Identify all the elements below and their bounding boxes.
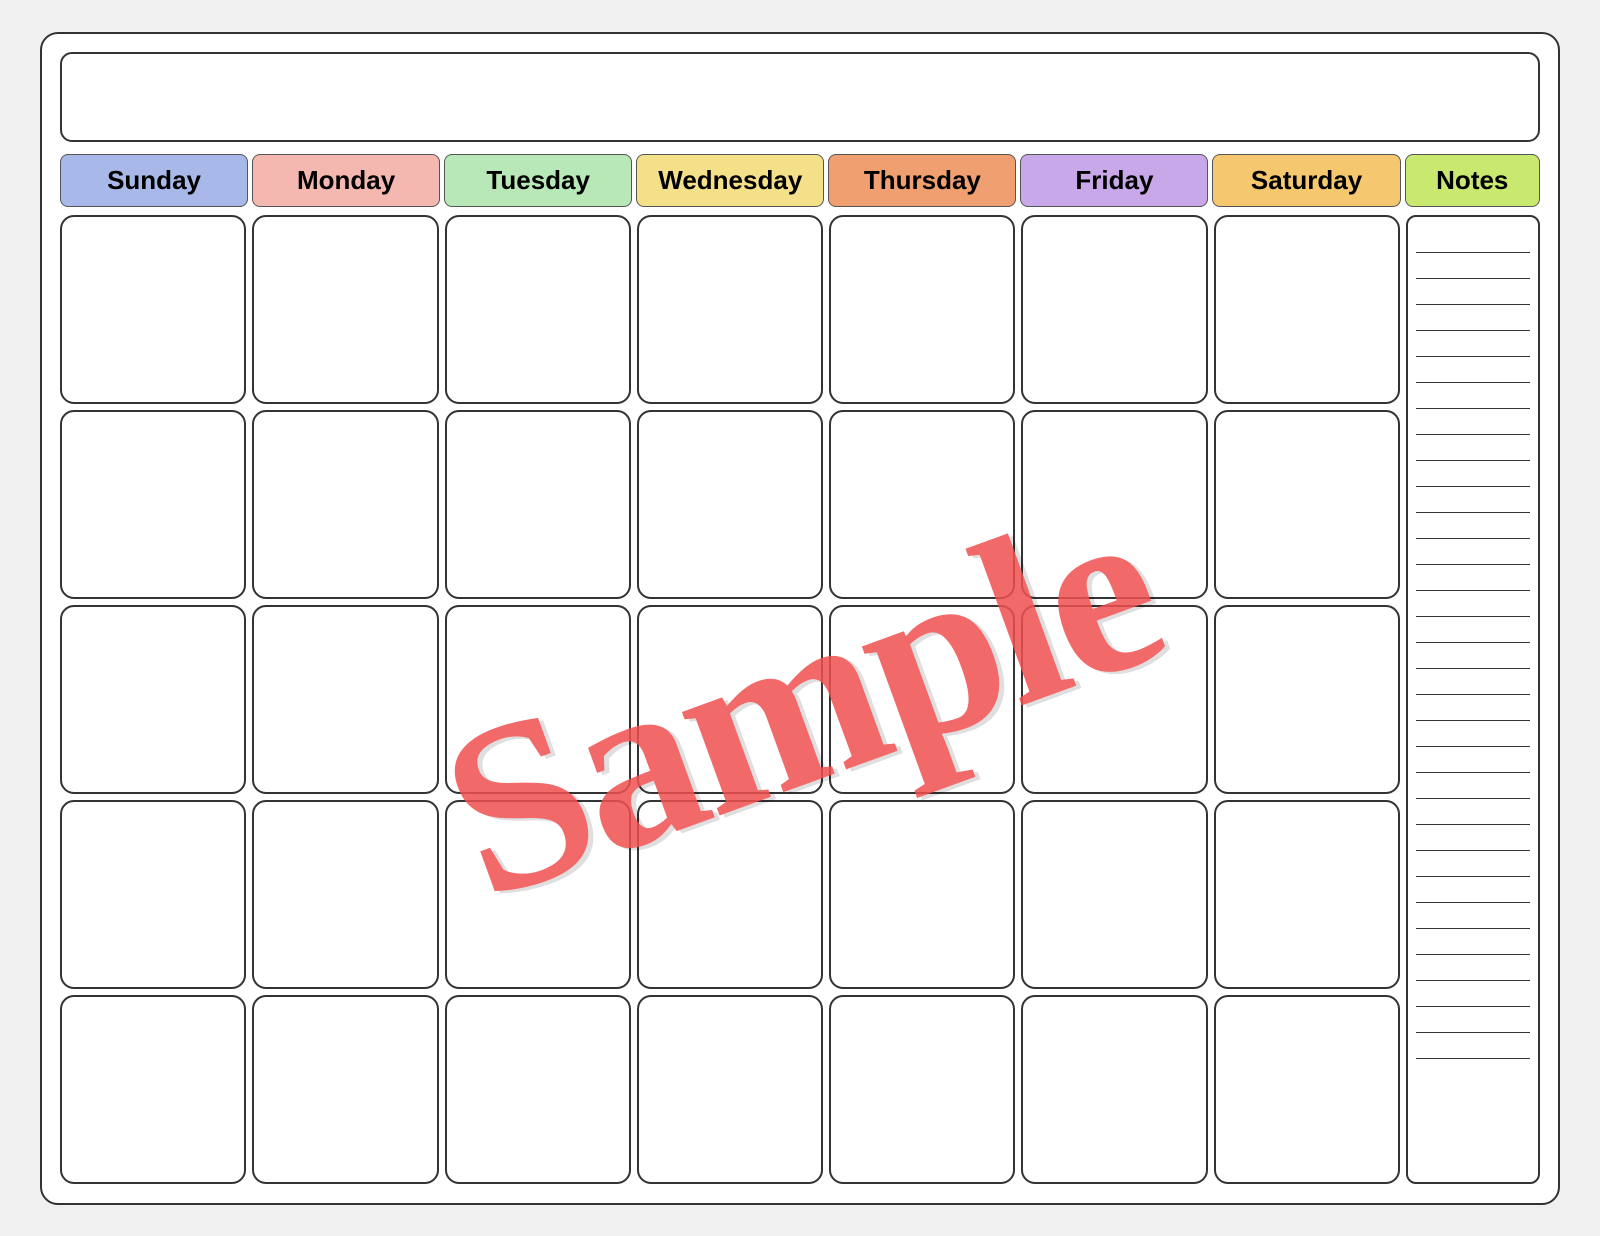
- note-line: [1416, 695, 1530, 721]
- cell-r2-tue[interactable]: [445, 410, 631, 599]
- cell-r4-sat[interactable]: [1214, 800, 1400, 989]
- cell-r1-tue[interactable]: [445, 215, 631, 404]
- cell-r5-mon[interactable]: [252, 995, 438, 1184]
- note-line: [1416, 565, 1530, 591]
- cell-r5-sun[interactable]: [60, 995, 246, 1184]
- note-line: [1416, 981, 1530, 1007]
- cell-r3-wed[interactable]: [637, 605, 823, 794]
- cell-r2-sat[interactable]: [1214, 410, 1400, 599]
- note-line: [1416, 227, 1530, 253]
- note-line: [1416, 929, 1530, 955]
- cell-r2-thu[interactable]: [829, 410, 1015, 599]
- note-line: [1416, 279, 1530, 305]
- note-line: [1416, 253, 1530, 279]
- note-line: [1416, 435, 1530, 461]
- cell-r4-fri[interactable]: [1021, 800, 1207, 989]
- cell-r1-wed[interactable]: [637, 215, 823, 404]
- note-line: [1416, 799, 1530, 825]
- cell-r1-sat[interactable]: [1214, 215, 1400, 404]
- cell-r5-sat[interactable]: [1214, 995, 1400, 1184]
- header-tuesday: Tuesday: [444, 154, 632, 207]
- cell-r4-thu[interactable]: [829, 800, 1015, 989]
- header-wednesday: Wednesday: [636, 154, 824, 207]
- note-line: [1416, 383, 1530, 409]
- cell-r3-sun[interactable]: [60, 605, 246, 794]
- note-line: [1416, 357, 1530, 383]
- note-line: [1416, 1033, 1530, 1059]
- header-notes: Notes: [1405, 154, 1540, 207]
- note-line: [1416, 513, 1530, 539]
- header-monday: Monday: [252, 154, 440, 207]
- calendar-container: Sunday Monday Tuesday Wednesday Thursday…: [40, 32, 1560, 1205]
- note-line: [1416, 669, 1530, 695]
- cell-r3-tue[interactable]: [445, 605, 631, 794]
- note-line: [1416, 721, 1530, 747]
- cell-r2-fri[interactable]: [1021, 410, 1207, 599]
- note-line: [1416, 461, 1530, 487]
- note-line: [1416, 773, 1530, 799]
- note-line: [1416, 591, 1530, 617]
- cell-r5-tue[interactable]: [445, 995, 631, 1184]
- note-line: [1416, 877, 1530, 903]
- note-line: [1416, 617, 1530, 643]
- note-line: [1416, 643, 1530, 669]
- note-line: [1416, 903, 1530, 929]
- cell-r3-thu[interactable]: [829, 605, 1015, 794]
- cell-r3-mon[interactable]: [252, 605, 438, 794]
- cell-r4-wed[interactable]: [637, 800, 823, 989]
- note-line: [1416, 487, 1530, 513]
- cell-r4-tue[interactable]: [445, 800, 631, 989]
- notes-column[interactable]: [1406, 215, 1540, 1185]
- cell-r5-wed[interactable]: [637, 995, 823, 1184]
- note-line: [1416, 305, 1530, 331]
- note-line: [1416, 825, 1530, 851]
- cell-r1-thu[interactable]: [829, 215, 1015, 404]
- note-line: [1416, 851, 1530, 877]
- header-sunday: Sunday: [60, 154, 248, 207]
- cell-r4-sun[interactable]: [60, 800, 246, 989]
- calendar-body: Sample: [60, 215, 1540, 1185]
- note-line: [1416, 409, 1530, 435]
- cell-r5-thu[interactable]: [829, 995, 1015, 1184]
- header-saturday: Saturday: [1212, 154, 1400, 207]
- cell-r5-fri[interactable]: [1021, 995, 1207, 1184]
- cell-r1-sun[interactable]: [60, 215, 246, 404]
- note-line: [1416, 331, 1530, 357]
- cell-r1-fri[interactable]: [1021, 215, 1207, 404]
- cell-r3-fri[interactable]: [1021, 605, 1207, 794]
- header-thursday: Thursday: [828, 154, 1016, 207]
- note-line: [1416, 539, 1530, 565]
- cell-r2-mon[interactable]: [252, 410, 438, 599]
- cell-r1-mon[interactable]: [252, 215, 438, 404]
- cell-r3-sat[interactable]: [1214, 605, 1400, 794]
- header-row: Sunday Monday Tuesday Wednesday Thursday…: [60, 154, 1540, 207]
- cell-r4-mon[interactable]: [252, 800, 438, 989]
- note-line: [1416, 1007, 1530, 1033]
- note-line: [1416, 747, 1530, 773]
- note-line: [1416, 955, 1530, 981]
- title-bar: [60, 52, 1540, 142]
- cell-r2-wed[interactable]: [637, 410, 823, 599]
- cell-r2-sun[interactable]: [60, 410, 246, 599]
- header-friday: Friday: [1020, 154, 1208, 207]
